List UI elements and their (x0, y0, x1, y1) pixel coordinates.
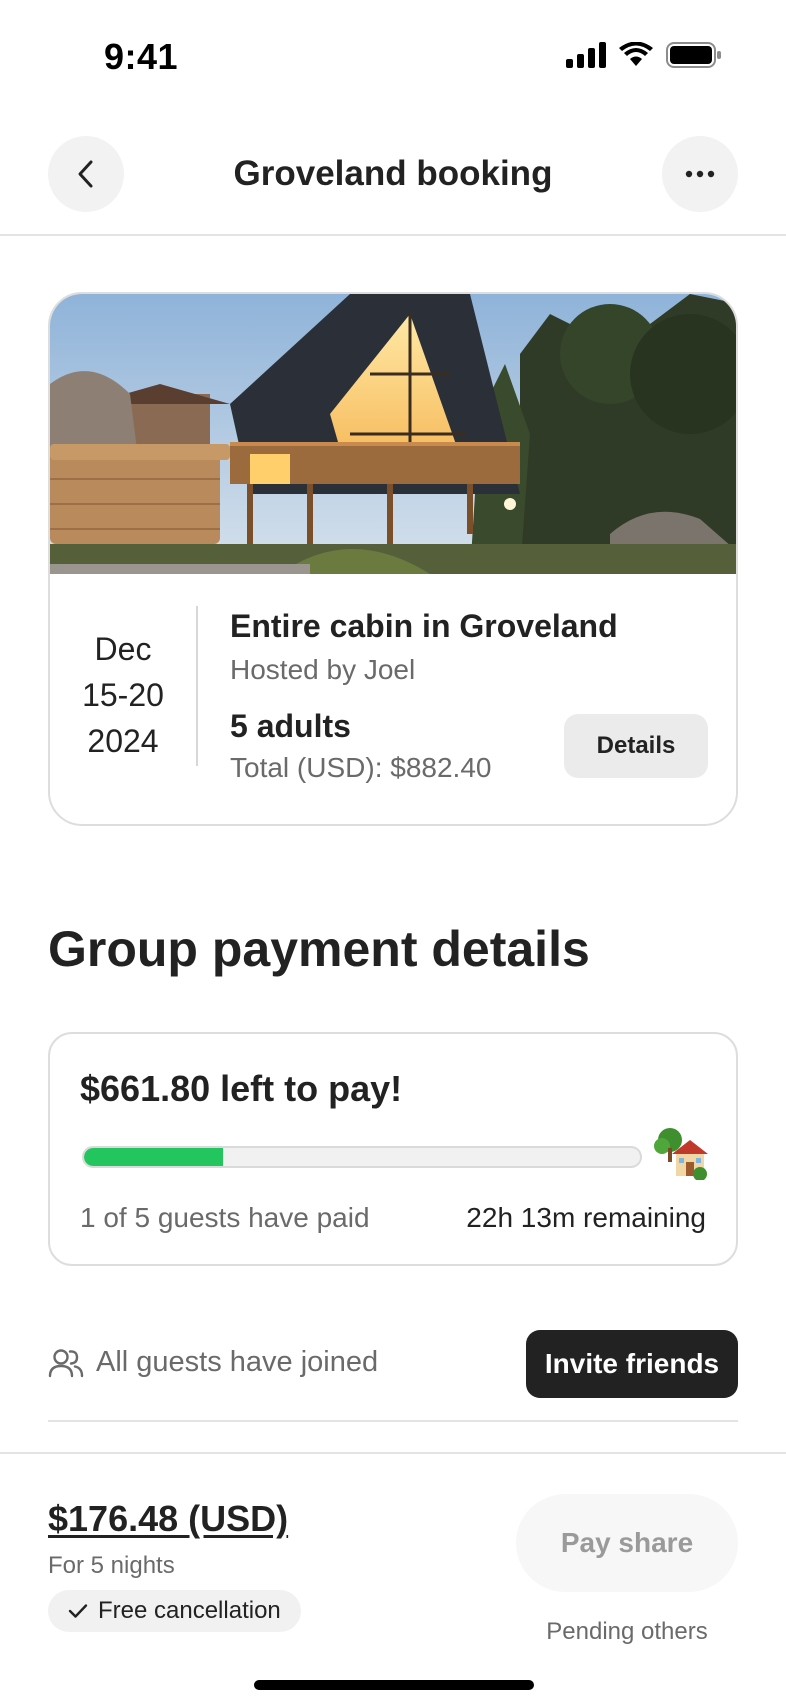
status-time: 9:41 (104, 36, 179, 77)
house-with-tree-icon (654, 1128, 708, 1180)
booking-dates: Dec 15-20 2024 (50, 626, 196, 764)
date-month: Dec (94, 631, 152, 667)
paid-count: 1 of 5 guests have paid (80, 1202, 370, 1233)
guests-status: All guests have joined (96, 1346, 379, 1378)
pay-share-button[interactable]: Pay share (516, 1494, 738, 1592)
payment-progress-card: $661.80 left to pay! 1 of 5 guests have … (48, 1032, 738, 1266)
cancellation-label: Free cancellation (98, 1597, 281, 1624)
listing-photo (50, 294, 736, 574)
details-button[interactable]: Details (564, 714, 708, 778)
divider (196, 606, 198, 766)
home-indicator (254, 1680, 534, 1690)
booking-summary: Dec 15-20 2024 Entire cabin in Groveland… (50, 574, 736, 824)
check-icon (68, 1604, 88, 1618)
invite-friends-button[interactable]: Invite friends (526, 1330, 738, 1398)
date-year: 2024 (87, 723, 159, 759)
battery-icon (666, 42, 721, 68)
booking-total: Total (USD): $882.40 (230, 752, 492, 783)
share-price[interactable]: $176.48 (USD) (48, 1498, 288, 1540)
section-title: Group payment details (48, 921, 590, 977)
payment-progress-bar (82, 1146, 642, 1168)
divider (48, 1420, 738, 1422)
nights-label: For 5 nights (48, 1552, 175, 1579)
footer-bar: $176.48 (USD) For 5 nights Free cancella… (0, 1452, 786, 1704)
date-range: 15-20 (82, 677, 164, 713)
listing-host: Hosted by Joel (230, 654, 416, 685)
more-options-button[interactable] (662, 136, 738, 212)
pending-status: Pending others (546, 1618, 708, 1645)
time-remaining: 22h 13m remaining (466, 1202, 706, 1233)
ellipsis-icon (685, 170, 715, 178)
status-icons (566, 42, 722, 68)
guests-row: All guests have joined Invite friends (48, 1330, 738, 1398)
left-to-pay: $661.80 left to pay! (80, 1068, 403, 1109)
payment-progress-fill (84, 1148, 223, 1166)
signal-icon (566, 42, 606, 68)
status-bar: 9:41 (0, 0, 786, 118)
free-cancellation-badge: Free cancellation (48, 1590, 301, 1632)
header: Groveland booking (0, 118, 786, 236)
guest-count: 5 adults (230, 708, 351, 744)
booking-card[interactable]: Dec 15-20 2024 Entire cabin in Groveland… (48, 292, 738, 826)
listing-title: Entire cabin in Groveland (230, 608, 618, 644)
people-icon (48, 1349, 84, 1378)
wifi-icon (619, 42, 653, 66)
